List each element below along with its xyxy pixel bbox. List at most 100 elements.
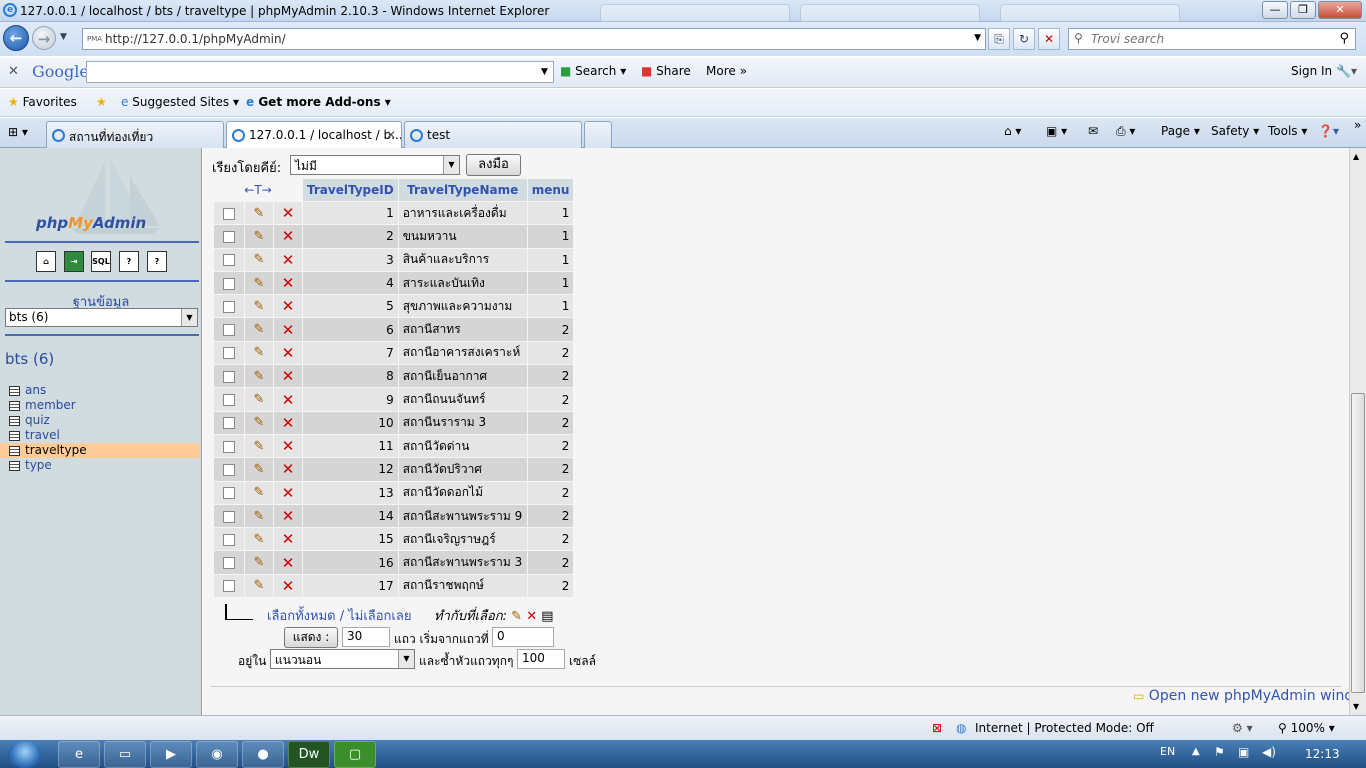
row-checkbox[interactable] (214, 271, 244, 295)
delete-icon[interactable]: ✕ (274, 225, 302, 248)
row-checkbox[interactable] (214, 365, 244, 388)
delete-icon[interactable]: ✕ (274, 458, 302, 481)
safety-menu[interactable]: Safety ▾ (1211, 124, 1259, 138)
close-tab-icon[interactable]: ✕ (386, 128, 396, 142)
edit-icon[interactable]: ✎ (245, 295, 273, 318)
go-button[interactable]: ลงมือ (466, 154, 521, 176)
edit-icon[interactable]: ✎ (245, 528, 273, 551)
column-header-menu[interactable]: menu (527, 179, 574, 201)
media-player-taskbar-icon[interactable]: ▶ (150, 741, 192, 768)
row-checkbox[interactable] (214, 388, 244, 411)
row-checkbox[interactable] (214, 225, 244, 248)
rows-count-input[interactable]: 30 (342, 627, 390, 647)
show-button[interactable]: แสดง : (284, 627, 338, 648)
table-link-quiz[interactable]: quiz (0, 413, 200, 428)
delete-icon[interactable]: ✕ (274, 574, 302, 598)
language-indicator[interactable]: EN (1160, 745, 1175, 758)
favorites-button[interactable]: ★ Favorites (8, 95, 77, 109)
delete-icon[interactable]: ✕ (274, 481, 302, 504)
volume-icon[interactable]: ◀) (1262, 745, 1276, 759)
google-search-input[interactable] (86, 61, 554, 83)
start-button[interactable] (8, 741, 42, 768)
table-link-traveltype[interactable]: traveltype (0, 443, 200, 458)
url-field[interactable]: PMA http://127.0.0.1/phpMyAdmin/ ▼ (82, 28, 986, 50)
row-checkbox[interactable] (214, 295, 244, 318)
compat-view-button[interactable]: ⎘ (988, 28, 1010, 50)
get-addons-button[interactable]: e Get more Add-ons ▾ (246, 95, 391, 109)
edit-icon[interactable]: ✎ (245, 504, 273, 528)
explorer-taskbar-icon[interactable]: ▭ (104, 741, 146, 768)
stop-button[interactable]: ✕ (1038, 28, 1060, 50)
protected-mode-icon[interactable]: ⚙ ▾ (1232, 721, 1253, 735)
row-checkbox[interactable] (214, 528, 244, 551)
table-link-travel[interactable]: travel (0, 428, 200, 443)
blocked-icon[interactable]: ⊠ (932, 721, 942, 735)
row-checkbox[interactable] (214, 574, 244, 598)
tab-travel-places[interactable]: สถานที่ท่องเที่ยว (46, 121, 224, 148)
table-link-member[interactable]: member (0, 398, 200, 413)
edit-icon[interactable]: ✎ (245, 458, 273, 481)
table-link-ans[interactable]: ans (0, 383, 200, 398)
delete-icon[interactable]: ✕ (274, 341, 302, 365)
url-dropdown-icon[interactable]: ▼ (974, 33, 981, 43)
delete-icon[interactable]: ✕ (274, 318, 302, 341)
tab-phpmyadmin[interactable]: 127.0.0.1 / localhost / b... ✕ (226, 121, 402, 149)
tab-test[interactable]: test (404, 121, 582, 148)
row-checkbox[interactable] (214, 341, 244, 365)
refresh-button[interactable]: ↻ (1013, 28, 1035, 50)
delete-icon[interactable]: ✕ (274, 411, 302, 434)
vertical-scrollbar[interactable]: ▲ ▼ (1349, 148, 1366, 715)
sql-icon[interactable]: SQL (91, 251, 111, 272)
google-search-button[interactable]: ■ Search ▾ (560, 64, 626, 78)
row-checkbox[interactable] (214, 458, 244, 481)
edit-icon[interactable]: ✎ (245, 434, 273, 458)
docs2-icon[interactable]: ? (147, 251, 167, 272)
delete-icon[interactable]: ✕ (274, 271, 302, 295)
row-checkbox[interactable] (214, 551, 244, 574)
back-button[interactable]: ← (3, 25, 29, 51)
google-share-button[interactable]: ■ Share (641, 64, 691, 78)
edit-icon[interactable]: ✎ (245, 248, 273, 271)
edit-icon[interactable]: ✎ (245, 202, 273, 225)
database-select[interactable]: bts (6) ▼ (5, 308, 198, 327)
exit-icon[interactable]: ⇥ (64, 251, 84, 272)
ie-taskbar-icon[interactable]: e (58, 741, 100, 768)
home-icon[interactable]: ⌂ (36, 251, 56, 272)
new-tab-button[interactable] (584, 121, 612, 148)
row-checkbox[interactable] (214, 318, 244, 341)
scroll-down-icon[interactable]: ▼ (1353, 702, 1359, 711)
delete-selected-icon[interactable]: ✕ (526, 609, 537, 624)
clock[interactable]: 12:13 (1305, 747, 1340, 761)
edit-icon[interactable]: ✎ (245, 271, 273, 295)
row-checkbox[interactable] (214, 481, 244, 504)
open-new-window-link[interactable]: ▭ Open new phpMyAdmin window (1133, 688, 1366, 704)
delete-icon[interactable]: ✕ (274, 551, 302, 574)
edit-icon[interactable]: ✎ (245, 388, 273, 411)
delete-icon[interactable]: ✕ (274, 365, 302, 388)
table-link-type[interactable]: type (0, 458, 200, 473)
delete-icon[interactable]: ✕ (274, 528, 302, 551)
zoom-level[interactable]: ⚲ 100% ▾ (1278, 721, 1335, 735)
recent-pages-dropdown[interactable]: ▼ (60, 32, 67, 42)
security-zone[interactable]: Internet | Protected Mode: Off (975, 721, 1154, 735)
delete-icon[interactable]: ✕ (274, 248, 302, 271)
db-heading[interactable]: bts (6) (5, 350, 54, 368)
sort-select[interactable]: ไม่มี ▼ (290, 155, 460, 175)
export-selected-icon[interactable]: ▤ (541, 609, 553, 624)
tools-menu[interactable]: Tools ▾ (1268, 124, 1307, 138)
row-checkbox[interactable] (214, 202, 244, 225)
delete-icon[interactable]: ✕ (274, 202, 302, 225)
row-checkbox[interactable] (214, 504, 244, 528)
google-input-dropdown[interactable]: ▼ (541, 67, 548, 77)
quick-tabs-icon[interactable]: ⊞ ▾ (8, 125, 28, 139)
scroll-thumb[interactable] (1351, 393, 1365, 693)
edit-icon[interactable]: ✎ (245, 365, 273, 388)
search-go-icon[interactable]: ⚲ (1339, 31, 1349, 46)
add-favorite-icon[interactable]: ★ (96, 95, 107, 109)
page-menu[interactable]: Page ▾ (1161, 124, 1200, 138)
browser-search-input[interactable] (1091, 31, 1331, 47)
help-icon[interactable]: ❓▾ (1318, 124, 1339, 138)
edit-icon[interactable]: ✎ (245, 481, 273, 504)
feeds-icon[interactable]: ▣ ▾ (1046, 124, 1067, 138)
close-toolbar-icon[interactable]: ✕ (8, 64, 19, 79)
